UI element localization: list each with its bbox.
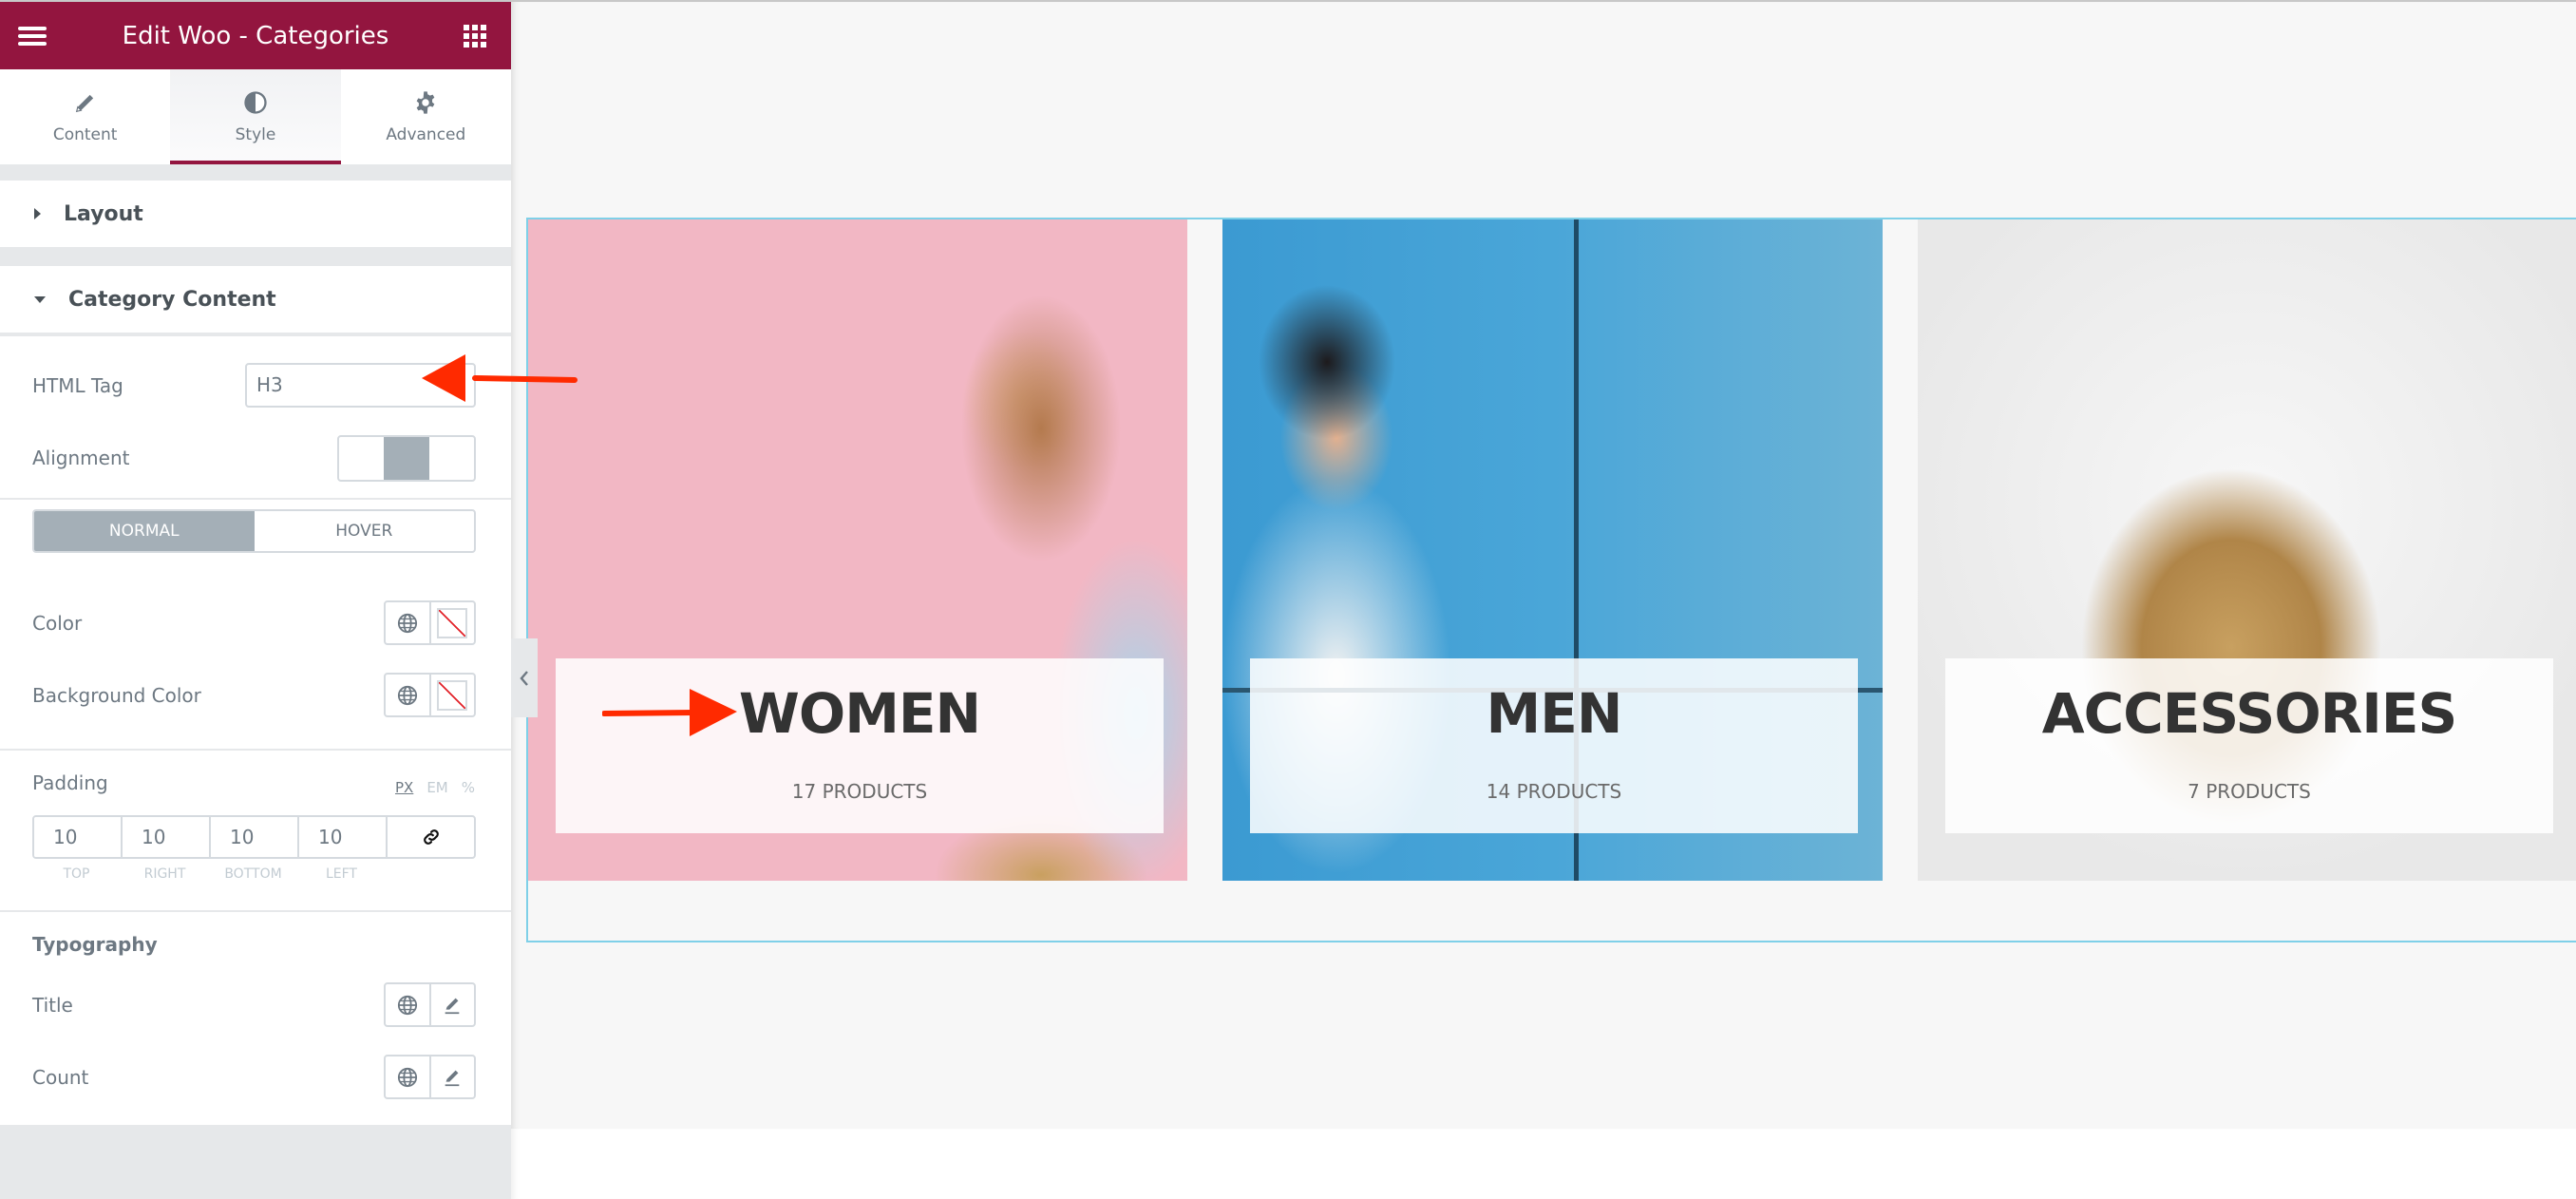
right-label: RIGHT bbox=[143, 866, 186, 882]
category-count: 17 PRODUCTS bbox=[791, 780, 928, 803]
unit-switcher: PX EM % bbox=[395, 779, 475, 796]
html-tag-select[interactable]: H3 bbox=[245, 363, 476, 408]
gear-icon bbox=[416, 91, 435, 114]
state-normal-tab[interactable]: NORMAL bbox=[34, 511, 255, 551]
alignment-label: Alignment bbox=[32, 447, 130, 469]
category-title: ACCESSORIES bbox=[2041, 681, 2458, 746]
tab-label: Style bbox=[235, 125, 276, 144]
category-content-controls: HTML Tag H3 Alignment NORMAL HOVER Color… bbox=[0, 334, 511, 1125]
editor-panel: Edit Woo - Categories Content Style Adva… bbox=[0, 2, 511, 1199]
pencil-icon bbox=[75, 94, 93, 113]
align-left-button[interactable] bbox=[339, 437, 384, 480]
pencil-icon bbox=[445, 998, 460, 1014]
caret-right-icon bbox=[34, 208, 41, 219]
edit-typography-button[interactable] bbox=[428, 984, 475, 1025]
link-icon bbox=[423, 829, 439, 845]
color-picker-button[interactable] bbox=[428, 602, 475, 643]
category-title: MEN bbox=[1486, 681, 1623, 746]
globe-icon bbox=[397, 685, 417, 705]
alignment-choices bbox=[337, 435, 476, 482]
align-center-button[interactable] bbox=[384, 437, 429, 480]
window-top-border bbox=[0, 0, 2576, 2]
global-typography-button[interactable] bbox=[386, 984, 429, 1025]
background-color-control bbox=[384, 673, 476, 717]
tab-style[interactable]: Style bbox=[170, 69, 341, 164]
top-label: TOP bbox=[63, 866, 90, 882]
globe-icon bbox=[397, 995, 417, 1015]
color-label: Color bbox=[32, 612, 83, 635]
divider bbox=[0, 910, 511, 912]
section-layout[interactable]: Layout bbox=[0, 181, 511, 247]
count-typography-control bbox=[384, 1055, 476, 1099]
globe-icon bbox=[397, 613, 417, 633]
category-count: 7 PRODUCTS bbox=[2188, 780, 2311, 803]
divider bbox=[0, 749, 511, 751]
category-card-accessories[interactable]: ACCESSORIES 7 PRODUCTS bbox=[1918, 219, 2576, 881]
padding-right-input[interactable] bbox=[123, 817, 211, 857]
html-tag-label: HTML Tag bbox=[32, 374, 123, 397]
category-caption: ACCESSORIES 7 PRODUCTS bbox=[1945, 658, 2553, 833]
count-typography-label: Count bbox=[32, 1066, 89, 1089]
category-count: 14 PRODUCTS bbox=[1486, 780, 1622, 803]
chevron-left-icon bbox=[520, 670, 528, 686]
unit-px[interactable]: PX bbox=[395, 779, 413, 796]
category-caption: MEN 14 PRODUCTS bbox=[1250, 658, 1858, 833]
background-color-picker-button[interactable] bbox=[428, 675, 475, 715]
caret-down-icon bbox=[34, 295, 46, 303]
background-color-label: Background Color bbox=[32, 684, 201, 707]
color-control bbox=[384, 600, 476, 645]
panel-header: Edit Woo - Categories bbox=[0, 2, 511, 69]
category-caption: WOMEN 17 PRODUCTS bbox=[556, 658, 1164, 833]
category-card-men[interactable]: MEN 14 PRODUCTS bbox=[1222, 219, 1883, 881]
pencil-icon bbox=[445, 1070, 460, 1086]
left-label: LEFT bbox=[325, 866, 357, 882]
tab-label: Content bbox=[52, 125, 118, 144]
title-typography-control bbox=[384, 982, 476, 1027]
state-hover-tab[interactable]: HOVER bbox=[255, 511, 475, 551]
bottom-label: BOTTOM bbox=[224, 866, 282, 882]
menu-icon[interactable] bbox=[18, 27, 47, 46]
empty-swatch-icon bbox=[437, 607, 468, 638]
unit-em[interactable]: EM bbox=[426, 779, 447, 796]
section-category-content[interactable]: Category Content bbox=[0, 266, 511, 333]
global-colors-button[interactable] bbox=[386, 602, 429, 643]
panel-title: Edit Woo - Categories bbox=[122, 21, 389, 50]
typography-heading: Typography bbox=[32, 933, 158, 956]
padding-bottom-input[interactable] bbox=[211, 817, 299, 857]
global-colors-button[interactable] bbox=[386, 675, 429, 715]
edit-typography-button[interactable] bbox=[428, 1056, 475, 1097]
half-circle-icon bbox=[244, 91, 267, 114]
category-card-women[interactable]: WOMEN 17 PRODUCTS bbox=[528, 219, 1187, 881]
global-typography-button[interactable] bbox=[386, 1056, 429, 1097]
padding-dimensions bbox=[32, 815, 476, 859]
unit-percent[interactable]: % bbox=[462, 779, 475, 796]
divider bbox=[0, 498, 511, 500]
empty-swatch-icon bbox=[437, 679, 468, 711]
canvas-bottom-area bbox=[511, 1129, 2576, 1199]
padding-labels: TOP RIGHT BOTTOM LEFT bbox=[32, 866, 388, 882]
category-title: WOMEN bbox=[738, 681, 981, 746]
globe-icon bbox=[397, 1067, 417, 1087]
widgets-grid-icon[interactable] bbox=[464, 25, 486, 48]
link-values-button[interactable] bbox=[388, 817, 474, 857]
tab-label: Advanced bbox=[386, 125, 466, 144]
title-typography-label: Title bbox=[32, 994, 73, 1017]
tab-content[interactable]: Content bbox=[0, 69, 170, 164]
align-right-button[interactable] bbox=[429, 437, 474, 480]
tab-advanced[interactable]: Advanced bbox=[341, 69, 511, 164]
padding-label: Padding bbox=[32, 771, 108, 794]
padding-left-input[interactable] bbox=[299, 817, 388, 857]
panel-tabs: Content Style Advanced bbox=[0, 69, 511, 164]
section-title: Category Content bbox=[68, 287, 276, 312]
section-title: Layout bbox=[64, 201, 143, 226]
state-tabs: NORMAL HOVER bbox=[32, 509, 476, 553]
padding-top-input[interactable] bbox=[34, 817, 123, 857]
collapse-panel-button[interactable] bbox=[511, 638, 538, 717]
